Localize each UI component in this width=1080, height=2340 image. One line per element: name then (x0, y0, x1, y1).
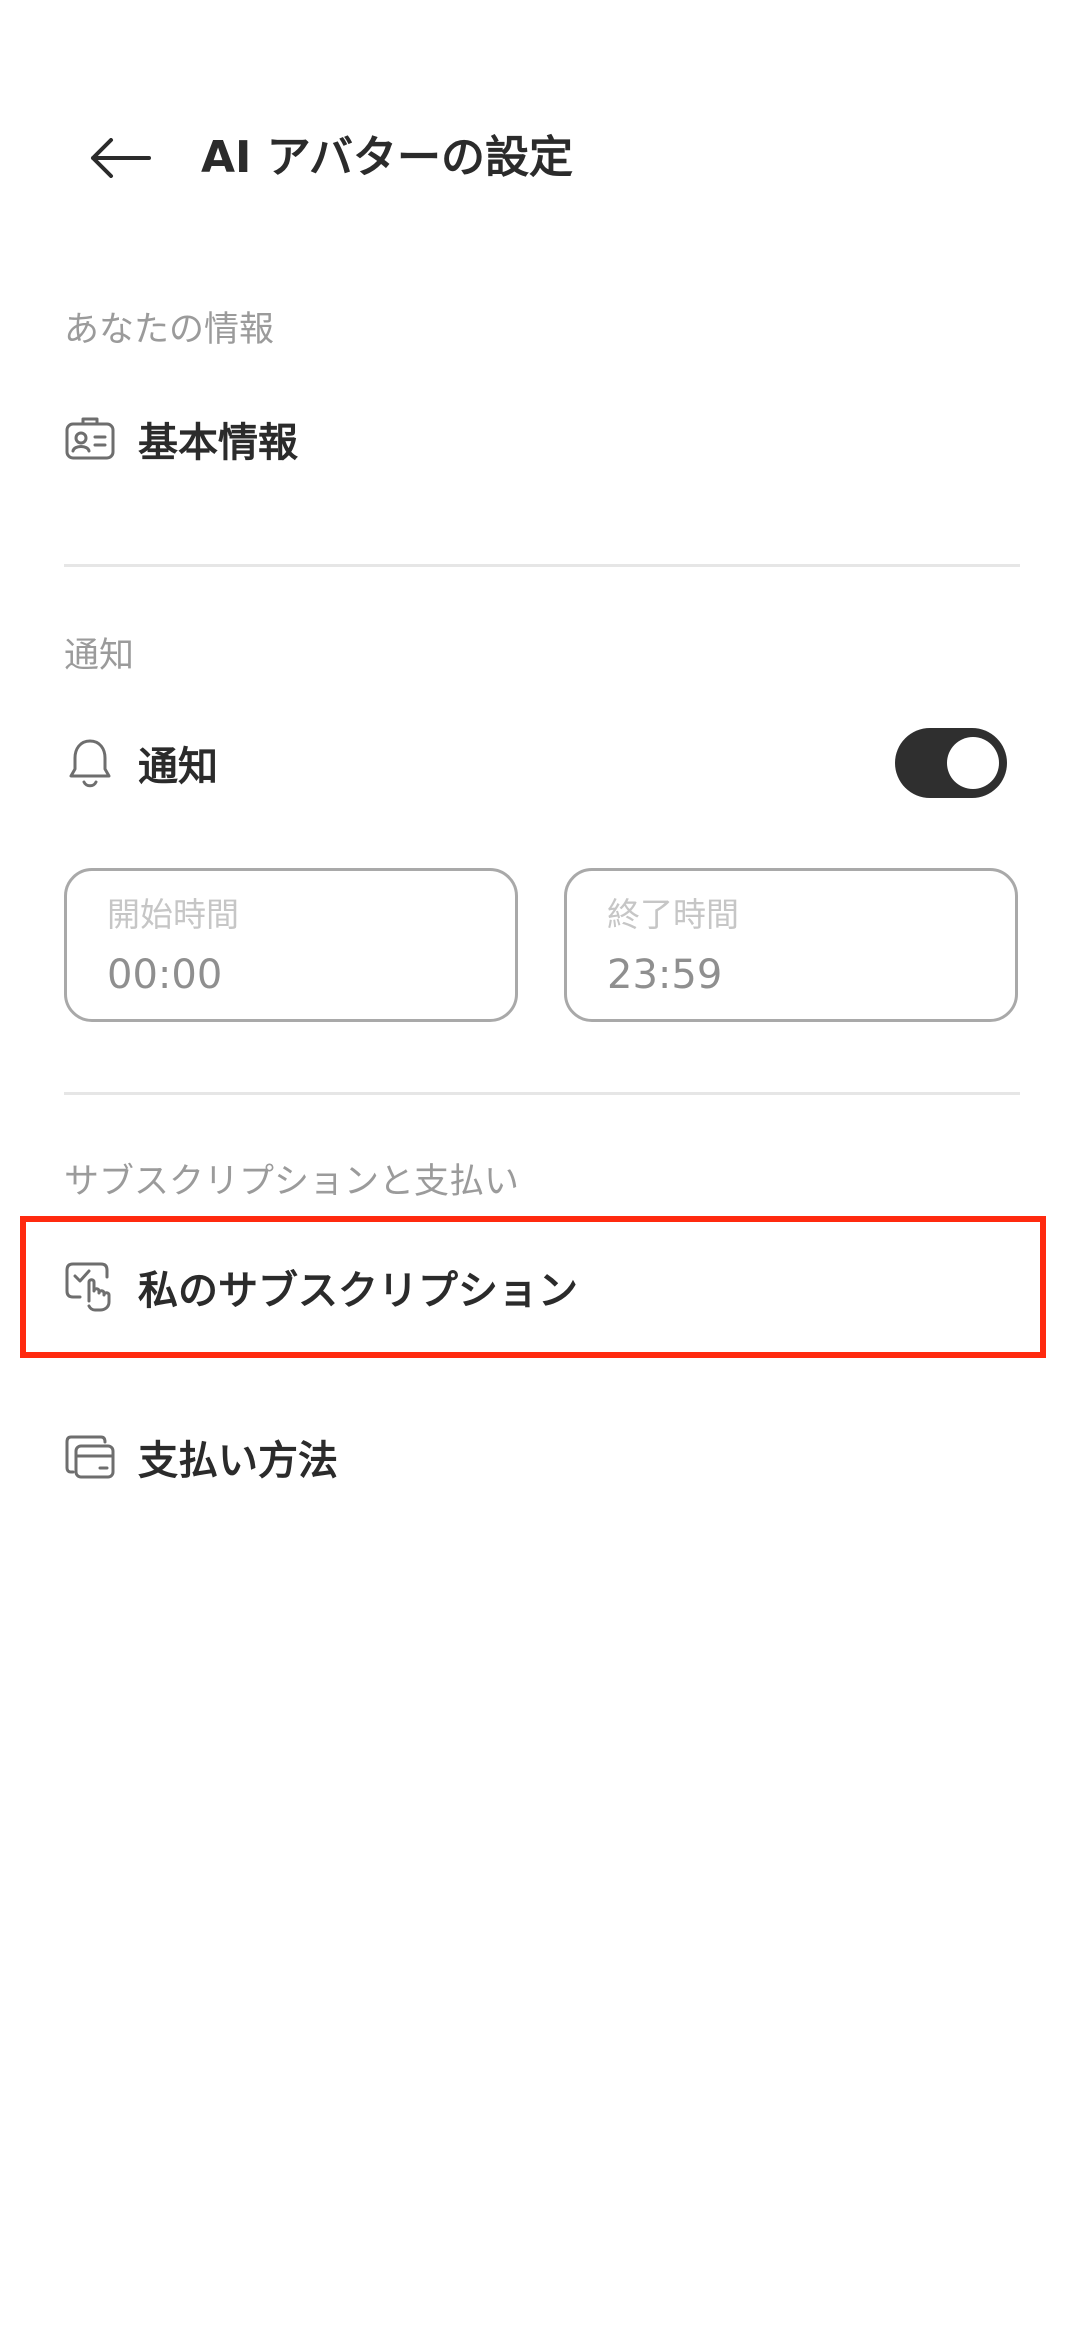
end-time-value: 23:59 (607, 952, 723, 998)
notification-toggle[interactable] (895, 728, 1007, 798)
start-time-label: 開始時間 (107, 895, 239, 934)
basic-info-row[interactable]: 基本情報 (64, 384, 1020, 494)
page-title: AI アバターの設定 (201, 132, 573, 183)
payment-method-row[interactable]: 支払い方法 (64, 1402, 1020, 1512)
wallet-icon (64, 1431, 116, 1483)
section-header-notifications: 通知 (64, 636, 135, 676)
basic-info-label: 基本情報 (138, 420, 298, 466)
notification-row: 通知 (64, 708, 864, 818)
section-header-subscription: サブスクリプションと支払い (64, 1162, 520, 1202)
touch-check-icon (64, 1261, 116, 1313)
section-header-info: あなたの情報 (64, 310, 275, 350)
divider (64, 564, 1020, 567)
bell-icon (64, 737, 116, 789)
end-time-field[interactable]: 終了時間 23:59 (564, 868, 1018, 1022)
toggle-knob (947, 737, 999, 789)
my-subscription-row[interactable]: 私のサブスクリプション (64, 1232, 1020, 1342)
back-button[interactable] (72, 118, 168, 198)
start-time-field[interactable]: 開始時間 00:00 (64, 868, 518, 1022)
payment-method-label: 支払い方法 (138, 1438, 338, 1484)
notification-label: 通知 (138, 744, 218, 790)
end-time-label: 終了時間 (607, 895, 739, 934)
my-subscription-label: 私のサブスクリプション (138, 1268, 578, 1314)
start-time-value: 00:00 (107, 952, 223, 998)
id-card-icon (64, 413, 116, 465)
divider (64, 1092, 1020, 1095)
arrow-left-icon (91, 138, 151, 178)
